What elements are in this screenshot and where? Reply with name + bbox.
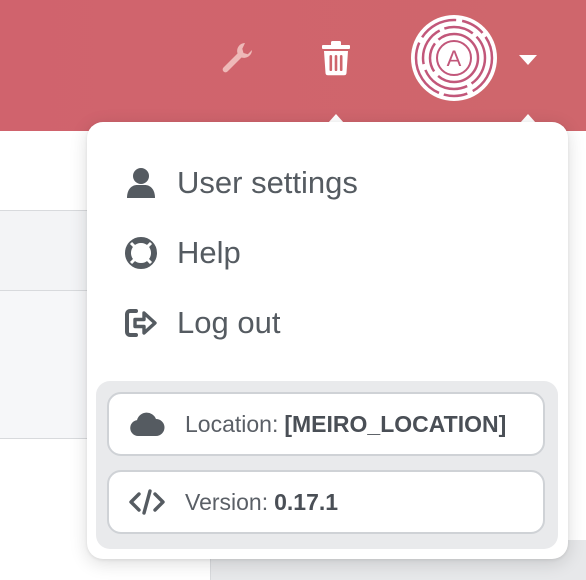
user-icon — [123, 165, 159, 201]
menu-item-label: Help — [177, 235, 241, 270]
location-value: [MEIRO_LOCATION] — [284, 410, 507, 437]
app-info-section: Location: [MEIRO_LOCATION] Version: 0.17… — [96, 381, 558, 549]
version-label: Version: — [185, 488, 269, 515]
avatar-initial: A — [447, 46, 462, 71]
menu-item-label: Log out — [177, 305, 281, 340]
menu-item-help[interactable]: Help — [123, 228, 241, 278]
top-bar: A — [0, 0, 586, 131]
trash-icon[interactable] — [318, 38, 354, 78]
logout-icon — [123, 305, 159, 341]
cloud-icon — [127, 411, 167, 437]
location-label: Location: — [185, 410, 279, 437]
version-value: 0.17.1 — [274, 488, 339, 515]
caret-down-icon[interactable] — [516, 50, 540, 70]
code-icon — [127, 489, 167, 515]
version-info: Version: 0.17.1 — [107, 470, 545, 534]
avatar[interactable]: A — [410, 14, 498, 102]
menu-item-label: User settings — [177, 165, 358, 200]
user-dropdown-menu: User settings Help Log out Location: [ME… — [87, 122, 568, 559]
wrench-icon[interactable] — [220, 40, 256, 76]
menu-item-log-out[interactable]: Log out — [123, 298, 280, 348]
lifebuoy-icon — [123, 235, 159, 271]
menu-item-user-settings[interactable]: User settings — [123, 158, 358, 208]
location-info: Location: [MEIRO_LOCATION] — [107, 392, 545, 456]
